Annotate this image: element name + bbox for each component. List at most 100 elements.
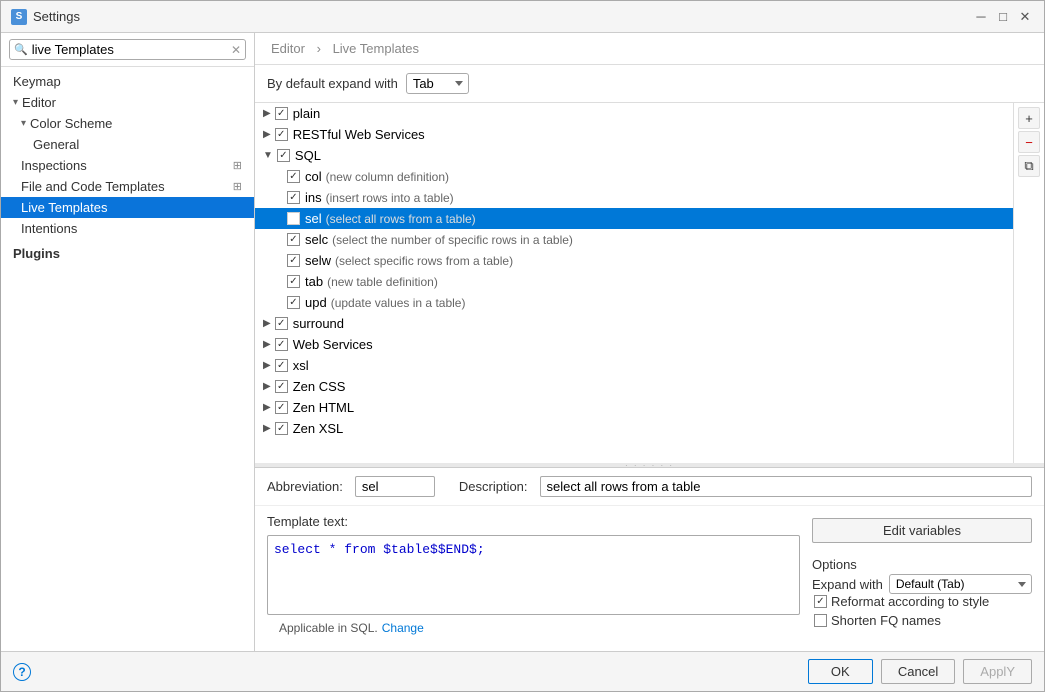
sidebar-item-file-code-templates[interactable]: File and Code Templates ⊞ xyxy=(1,176,254,197)
expand-row: By default expand with Tab Enter Space xyxy=(255,65,1044,103)
reformat-checkbox[interactable] xyxy=(814,595,827,608)
shorten-checkbox[interactable] xyxy=(814,614,827,627)
group-restful[interactable]: ▶ RESTful Web Services xyxy=(255,124,1013,145)
copy-template-button[interactable]: ⧉ xyxy=(1018,155,1040,177)
ok-button[interactable]: OK xyxy=(808,659,873,684)
expand-arrow-sql: ▼ xyxy=(263,150,273,161)
sidebar-item-live-templates[interactable]: Live Templates xyxy=(1,197,254,218)
reformat-row[interactable]: Reformat according to style xyxy=(812,594,1032,609)
group-web-services[interactable]: ▶ Web Services xyxy=(255,334,1013,355)
group-name-restful: RESTful Web Services xyxy=(293,127,425,142)
group-zen-xsl[interactable]: ▶ Zen XSL xyxy=(255,418,1013,439)
sidebar-item-intentions[interactable]: Intentions xyxy=(1,218,254,239)
sidebar-item-keymap[interactable]: Keymap xyxy=(1,71,254,92)
shorten-label: Shorten FQ names xyxy=(831,613,941,628)
options-panel: Edit variables Options Expand with Defau… xyxy=(812,514,1032,643)
templates-list: ▶ plain ▶ RESTful Web Services ▼ SQ xyxy=(255,103,1013,463)
checkbox-surround[interactable] xyxy=(275,317,288,330)
footer: ? OK Cancel ApplY xyxy=(1,651,1044,691)
sidebar-label-plugins: Plugins xyxy=(13,246,60,261)
checkbox-col[interactable] xyxy=(287,170,300,183)
search-clear-icon[interactable]: ✕ xyxy=(231,43,241,57)
cancel-button[interactable]: Cancel xyxy=(881,659,955,684)
checkbox-sel[interactable] xyxy=(287,212,300,225)
sidebar-nav: Keymap ▾ Editor ▾ Color Scheme General I… xyxy=(1,67,254,268)
shorten-row[interactable]: Shorten FQ names xyxy=(812,613,1032,628)
sidebar-item-inspections[interactable]: Inspections ⊞ xyxy=(1,155,254,176)
template-item-upd[interactable]: upd (update values in a table) xyxy=(255,292,1013,313)
group-zen-css[interactable]: ▶ Zen CSS xyxy=(255,376,1013,397)
main-content: 🔍 ✕ Keymap ▾ Editor ▾ Color Scheme xyxy=(1,33,1044,651)
group-xsl[interactable]: ▶ xsl xyxy=(255,355,1013,376)
remove-template-button[interactable]: − xyxy=(1018,131,1040,153)
breadcrumb-part2: Live Templates xyxy=(333,41,419,56)
sidebar-item-color-scheme[interactable]: ▾ Color Scheme xyxy=(1,113,254,134)
checkbox-selc[interactable] xyxy=(287,233,300,246)
template-item-selw[interactable]: selw (select specific rows from a table) xyxy=(255,250,1013,271)
help-button[interactable]: ? xyxy=(13,663,31,681)
minimize-button[interactable]: ─ xyxy=(972,8,990,26)
expand-with-row: Expand with Default (Tab) Tab Enter Spac… xyxy=(812,574,1032,594)
maximize-button[interactable]: □ xyxy=(994,8,1012,26)
templates-list-area: ▶ plain ▶ RESTful Web Services ▼ SQ xyxy=(255,103,1044,463)
template-text-area: Template text: <span class="code-keyword… xyxy=(267,514,800,643)
group-surround[interactable]: ▶ surround xyxy=(255,313,1013,334)
options-section: Options Expand with Default (Tab) Tab En… xyxy=(812,551,1032,628)
add-template-button[interactable]: + xyxy=(1018,107,1040,129)
change-link[interactable]: Change xyxy=(382,621,424,635)
title-bar-left: S Settings xyxy=(11,9,80,25)
template-item-tab[interactable]: tab (new table definition) xyxy=(255,271,1013,292)
template-item-sel[interactable]: sel (select all rows from a table) xyxy=(255,208,1013,229)
checkbox-ins[interactable] xyxy=(287,191,300,204)
description-input[interactable] xyxy=(540,476,1032,497)
chevron-down-icon-2: ▾ xyxy=(21,118,26,129)
panel-header: Editor › Live Templates xyxy=(255,33,1044,65)
sidebar-item-plugins[interactable]: Plugins xyxy=(1,243,254,264)
checkbox-zen-css[interactable] xyxy=(275,380,288,393)
expand-select[interactable]: Tab Enter Space xyxy=(406,73,469,94)
right-panel: Editor › Live Templates By default expan… xyxy=(255,33,1044,651)
checkbox-sql[interactable] xyxy=(277,149,290,162)
item-desc-sel: (select all rows from a table) xyxy=(326,212,476,226)
template-textarea[interactable]: <span class="code-keyword">select</span>… xyxy=(267,535,800,615)
search-input[interactable] xyxy=(32,42,227,57)
search-icon: 🔍 xyxy=(14,43,28,56)
list-action-buttons: + − ⧉ xyxy=(1013,103,1044,463)
sidebar-item-general[interactable]: General xyxy=(1,134,254,155)
group-plain[interactable]: ▶ plain xyxy=(255,103,1013,124)
checkbox-restful[interactable] xyxy=(275,128,288,141)
group-name-zen-xsl: Zen XSL xyxy=(293,421,344,436)
title-bar: S Settings ─ □ ✕ xyxy=(1,1,1044,33)
apply-button[interactable]: ApplY xyxy=(963,659,1032,684)
sidebar-label-color-scheme: Color Scheme xyxy=(30,116,112,131)
checkbox-plain[interactable] xyxy=(275,107,288,120)
group-zen-html[interactable]: ▶ Zen HTML xyxy=(255,397,1013,418)
checkbox-zen-html[interactable] xyxy=(275,401,288,414)
item-desc-upd: (update values in a table) xyxy=(331,296,466,310)
sidebar-label-keymap: Keymap xyxy=(13,74,61,89)
checkbox-zen-xsl[interactable] xyxy=(275,422,288,435)
group-sql[interactable]: ▼ SQL xyxy=(255,145,1013,166)
checkbox-web-services[interactable] xyxy=(275,338,288,351)
sidebar-label-live-templates: Live Templates xyxy=(21,200,107,215)
expand-arrow-restful: ▶ xyxy=(263,129,271,140)
template-item-selc[interactable]: selc (select the number of specific rows… xyxy=(255,229,1013,250)
abbreviation-input[interactable] xyxy=(355,476,435,497)
expand-label: By default expand with xyxy=(267,76,398,91)
breadcrumb: Editor › Live Templates xyxy=(267,41,423,56)
search-bar: 🔍 ✕ xyxy=(1,33,254,67)
expand-with-label: Expand with xyxy=(812,577,883,592)
checkbox-selw[interactable] xyxy=(287,254,300,267)
item-desc-ins: (insert rows into a table) xyxy=(326,191,454,205)
checkbox-tab[interactable] xyxy=(287,275,300,288)
sidebar-item-editor[interactable]: ▾ Editor xyxy=(1,92,254,113)
checkbox-upd[interactable] xyxy=(287,296,300,309)
checkbox-xsl[interactable] xyxy=(275,359,288,372)
expand-arrow-zen-css: ▶ xyxy=(263,381,271,392)
close-button[interactable]: ✕ xyxy=(1016,8,1034,26)
edit-variables-button[interactable]: Edit variables xyxy=(812,518,1032,543)
template-item-col[interactable]: col (new column definition) xyxy=(255,166,1013,187)
expand-with-select[interactable]: Default (Tab) Tab Enter Space xyxy=(889,574,1032,594)
template-item-ins[interactable]: ins (insert rows into a table) xyxy=(255,187,1013,208)
group-name-xsl: xsl xyxy=(293,358,309,373)
